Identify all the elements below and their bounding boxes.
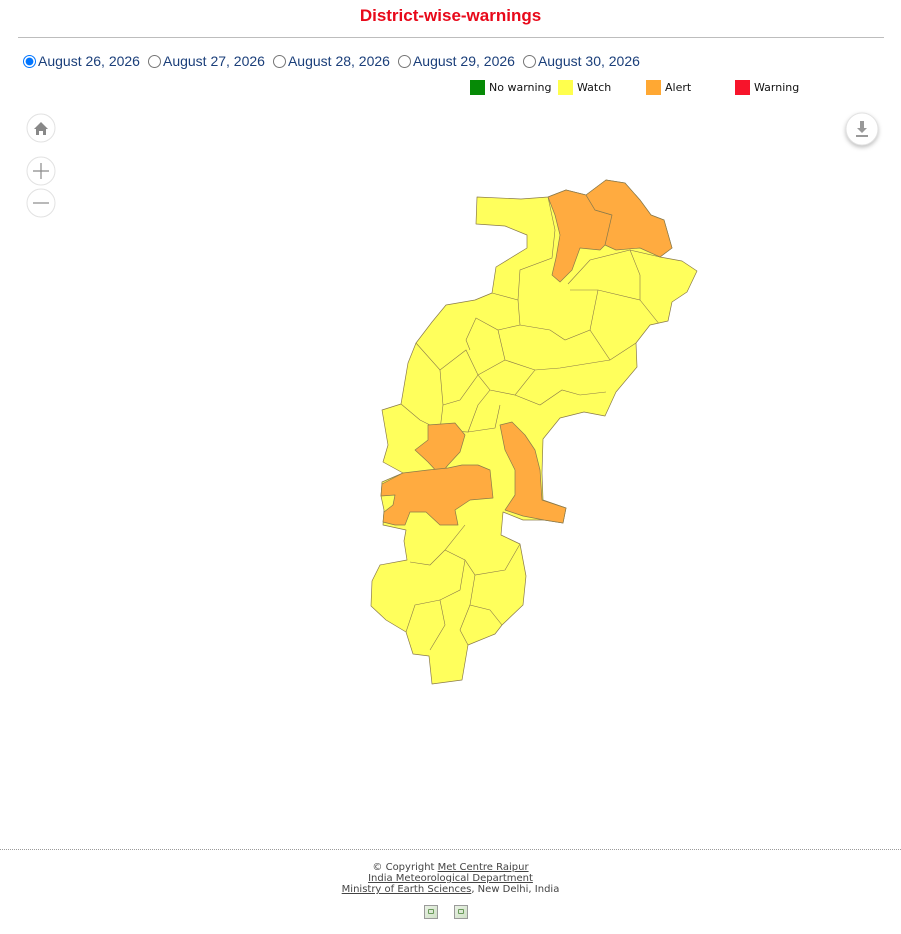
zoom-in-button[interactable] — [26, 156, 56, 186]
moes-suffix: , New Delhi, India — [471, 884, 560, 895]
moes-link[interactable]: Ministry of Earth Sciences — [342, 884, 472, 895]
footer-divider — [0, 849, 901, 850]
copyright-prefix: © Copyright — [372, 862, 435, 873]
state-outline — [370, 179, 698, 685]
met-centre-link[interactable]: Met Centre Raipur — [438, 862, 529, 873]
footer-line-3: Ministry of Earth Sciences, New Delhi, I… — [0, 884, 901, 895]
footer-image-2[interactable] — [454, 905, 468, 919]
footer: © Copyright Met Centre Raipur India Mete… — [0, 862, 901, 895]
home-button[interactable] — [26, 113, 56, 143]
footer-line-2: India Meteorological Department — [0, 873, 901, 884]
footer-image-1[interactable] — [424, 905, 438, 919]
imd-link[interactable]: India Meteorological Department — [368, 873, 533, 884]
download-button[interactable] — [845, 112, 879, 146]
district-map — [26, 112, 879, 685]
footer-images — [424, 905, 468, 919]
footer-line-1: © Copyright Met Centre Raipur — [0, 862, 901, 873]
zoom-out-button[interactable] — [26, 188, 56, 218]
